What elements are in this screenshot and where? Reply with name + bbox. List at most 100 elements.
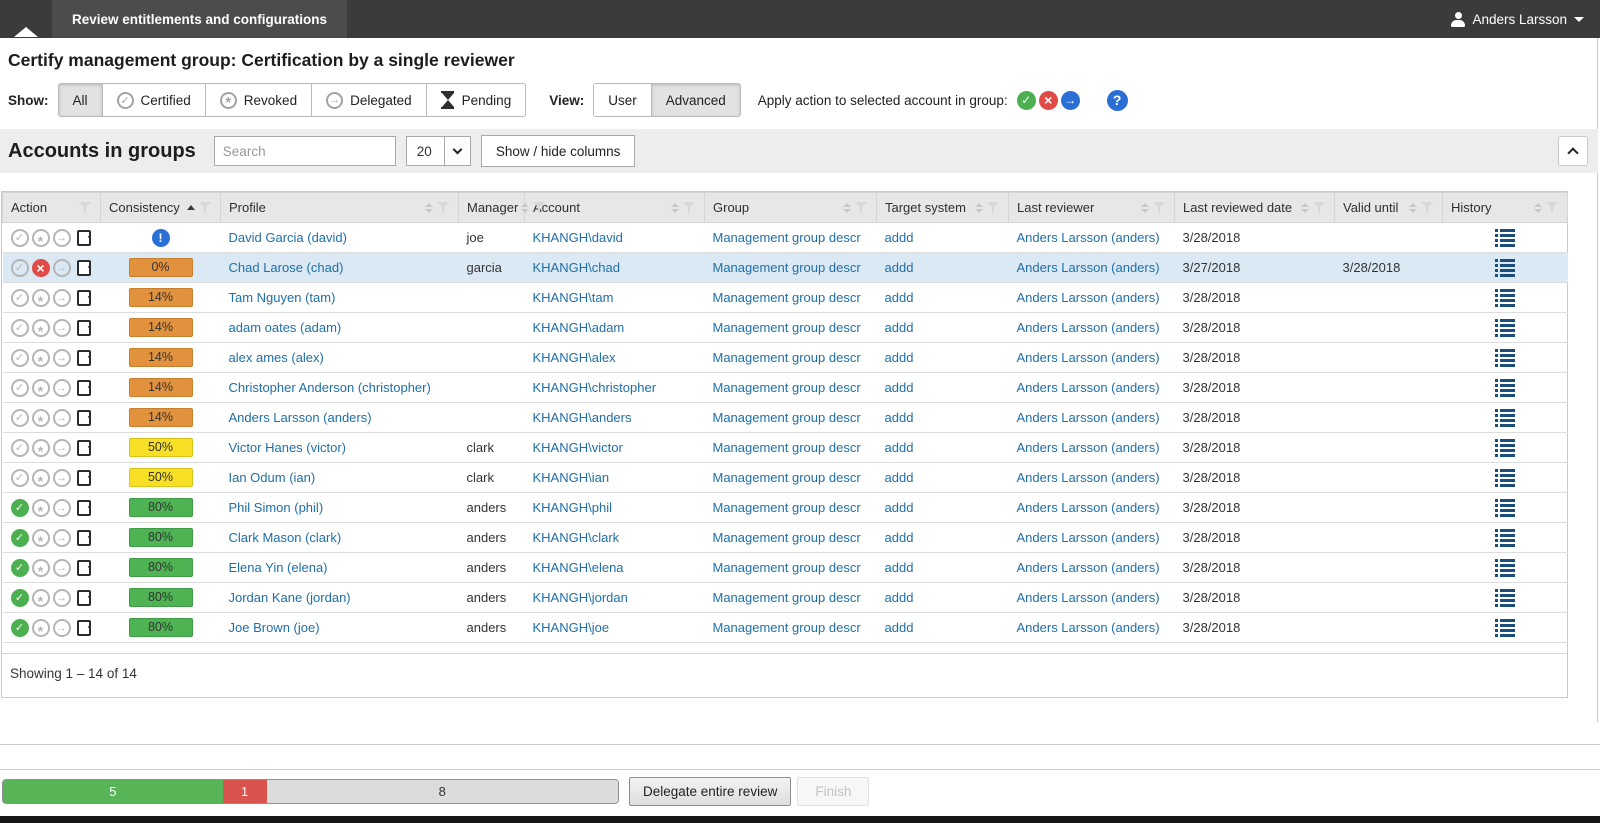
account-link[interactable]: KHANGH\adam — [533, 320, 625, 335]
column-header-manager[interactable]: Manager — [459, 193, 525, 223]
history-button[interactable] — [1495, 379, 1515, 397]
delegate-icon[interactable]: → — [53, 259, 71, 277]
approve-action-icon[interactable]: ✓ — [1017, 91, 1036, 110]
account-link[interactable]: KHANGH\phil — [533, 500, 612, 515]
target-system-link[interactable]: addd — [885, 290, 914, 305]
target-system-link[interactable]: addd — [885, 230, 914, 245]
target-system-link[interactable]: addd — [885, 410, 914, 425]
revoke-icon[interactable]: × — [32, 259, 50, 277]
group-link[interactable]: Management group descr — [713, 470, 861, 485]
last-reviewer-link[interactable]: Anders Larsson (anders) — [1017, 500, 1160, 515]
history-button[interactable] — [1495, 619, 1515, 637]
filter-funnel-icon[interactable] — [987, 201, 1000, 214]
delegate-icon[interactable]: → — [53, 559, 71, 577]
delegate-entire-review-button[interactable]: Delegate entire review — [629, 777, 791, 806]
show-hide-columns-button[interactable]: Show / hide columns — [481, 135, 636, 167]
approve-icon[interactable]: ✓ — [11, 589, 29, 607]
account-link[interactable]: KHANGH\victor — [533, 440, 623, 455]
profile-link[interactable]: Phil Simon (phil) — [229, 500, 324, 515]
group-link[interactable]: Management group descr — [713, 380, 861, 395]
revoke-icon[interactable]: * — [32, 379, 50, 397]
account-link[interactable]: KHANGH\joe — [533, 620, 610, 635]
column-header-history[interactable]: History — [1443, 193, 1568, 223]
approve-icon[interactable]: ✓ — [11, 619, 29, 637]
note-icon[interactable] — [77, 470, 91, 486]
delegate-icon[interactable]: → — [53, 589, 71, 607]
approve-icon[interactable]: ✓ — [11, 409, 29, 427]
revoke-icon[interactable]: * — [32, 409, 50, 427]
profile-link[interactable]: Clark Mason (clark) — [229, 530, 342, 545]
revoke-action-icon[interactable]: × — [1039, 91, 1058, 110]
profile-link[interactable]: Chad Larose (chad) — [229, 260, 344, 275]
note-icon[interactable] — [77, 260, 91, 276]
target-system-link[interactable]: addd — [885, 260, 914, 275]
account-link[interactable]: KHANGH\jordan — [533, 590, 628, 605]
last-reviewer-link[interactable]: Anders Larsson (anders) — [1017, 380, 1160, 395]
last-reviewer-link[interactable]: Anders Larsson (anders) — [1017, 350, 1160, 365]
approve-icon[interactable]: ✓ — [11, 439, 29, 457]
target-system-link[interactable]: addd — [885, 620, 914, 635]
filter-funnel-icon[interactable] — [1546, 201, 1559, 214]
target-system-link[interactable]: addd — [885, 590, 914, 605]
column-header-account[interactable]: Account — [525, 193, 705, 223]
collapse-panel-button[interactable] — [1558, 136, 1588, 166]
column-header-valid-until[interactable]: Valid until — [1335, 193, 1443, 223]
delegate-icon[interactable]: → — [53, 619, 71, 637]
profile-link[interactable]: Ian Odum (ian) — [229, 470, 316, 485]
note-icon[interactable] — [77, 230, 91, 246]
approve-icon[interactable]: ✓ — [11, 559, 29, 577]
note-icon[interactable] — [77, 440, 91, 456]
last-reviewer-link[interactable]: Anders Larsson (anders) — [1017, 260, 1160, 275]
group-link[interactable]: Management group descr — [713, 350, 861, 365]
nav-tab-review-entitlements[interactable]: Review entitlements and configurations — [52, 0, 347, 38]
page-size-select[interactable]: 20 — [406, 136, 471, 166]
history-button[interactable] — [1495, 349, 1515, 367]
delegate-icon[interactable]: → — [53, 439, 71, 457]
delegate-icon[interactable]: → — [53, 529, 71, 547]
revoke-icon[interactable]: * — [32, 439, 50, 457]
delegate-icon[interactable]: → — [53, 229, 71, 247]
profile-link[interactable]: Tam Nguyen (tam) — [229, 290, 336, 305]
approve-icon[interactable]: ✓ — [11, 259, 29, 277]
history-button[interactable] — [1495, 289, 1515, 307]
profile-link[interactable]: Victor Hanes (victor) — [229, 440, 347, 455]
approve-icon[interactable]: ✓ — [11, 289, 29, 307]
filter-certified[interactable]: ✓Certified — [102, 83, 206, 117]
home-button[interactable] — [0, 0, 52, 38]
revoke-icon[interactable]: * — [32, 469, 50, 487]
group-link[interactable]: Management group descr — [713, 410, 861, 425]
note-icon[interactable] — [77, 380, 91, 396]
finish-button[interactable]: Finish — [797, 777, 869, 806]
history-button[interactable] — [1495, 409, 1515, 427]
profile-link[interactable]: alex ames (alex) — [229, 350, 324, 365]
group-link[interactable]: Management group descr — [713, 590, 861, 605]
history-button[interactable] — [1495, 589, 1515, 607]
account-link[interactable]: KHANGH\elena — [533, 560, 624, 575]
profile-link[interactable]: Joe Brown (joe) — [229, 620, 320, 635]
delegate-icon[interactable]: → — [53, 319, 71, 337]
target-system-link[interactable]: addd — [885, 530, 914, 545]
column-header-last-reviewed-date[interactable]: Last reviewed date — [1175, 193, 1335, 223]
filter-pending[interactable]: Pending — [426, 83, 527, 117]
filter-delegated[interactable]: →Delegated — [311, 83, 427, 117]
revoke-icon[interactable]: * — [32, 529, 50, 547]
group-link[interactable]: Management group descr — [713, 230, 861, 245]
history-button[interactable] — [1495, 439, 1515, 457]
last-reviewer-link[interactable]: Anders Larsson (anders) — [1017, 590, 1160, 605]
account-link[interactable]: KHANGH\christopher — [533, 380, 657, 395]
column-header-group[interactable]: Group — [705, 193, 877, 223]
filter-funnel-icon[interactable] — [1421, 201, 1434, 214]
filter-funnel-icon[interactable] — [683, 201, 696, 214]
account-link[interactable]: KHANGH\chad — [533, 260, 620, 275]
filter-funnel-icon[interactable] — [437, 201, 450, 214]
target-system-link[interactable]: addd — [885, 560, 914, 575]
target-system-link[interactable]: addd — [885, 380, 914, 395]
column-header-last-reviewer[interactable]: Last reviewer — [1009, 193, 1175, 223]
note-icon[interactable] — [77, 560, 91, 576]
profile-link[interactable]: Elena Yin (elena) — [229, 560, 328, 575]
group-link[interactable]: Management group descr — [713, 320, 861, 335]
revoke-icon[interactable]: * — [32, 589, 50, 607]
group-link[interactable]: Management group descr — [713, 290, 861, 305]
history-button[interactable] — [1495, 559, 1515, 577]
delegate-icon[interactable]: → — [53, 409, 71, 427]
